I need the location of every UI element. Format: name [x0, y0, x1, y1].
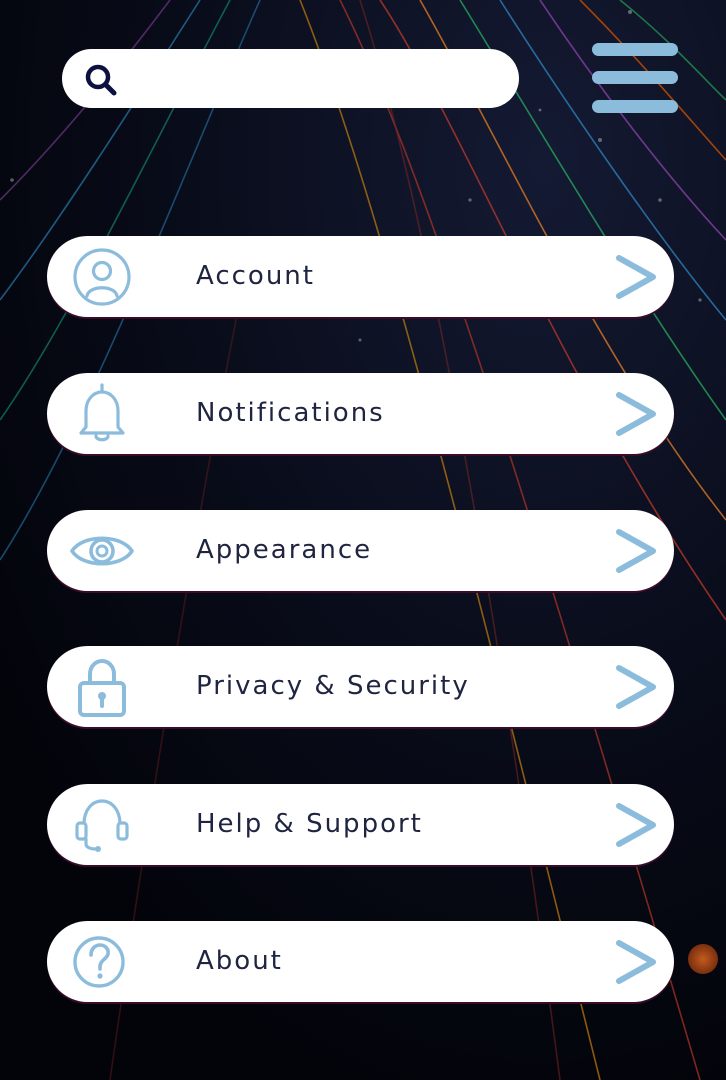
bell-icon — [79, 383, 125, 442]
menu-item-account[interactable]: Account — [47, 236, 674, 317]
menu-item-label: Notifications — [196, 398, 385, 428]
eye-icon — [70, 536, 134, 566]
lock-icon — [78, 658, 126, 717]
chevron-right-icon — [616, 940, 656, 984]
menu-item-privacy-security[interactable]: Privacy & Security — [47, 646, 674, 727]
menu-item-label: About — [196, 946, 283, 976]
menu-item-help-support[interactable]: Help & Support — [47, 784, 674, 865]
chevron-right-icon — [616, 255, 656, 299]
chevron-right-icon — [616, 665, 656, 709]
menu-item-label: Help & Support — [196, 809, 423, 839]
settings-menu-list: Account Notifications Appearance Privacy… — [0, 0, 726, 1080]
chevron-right-icon — [616, 803, 656, 847]
menu-item-appearance[interactable]: Appearance — [47, 510, 674, 591]
chevron-right-icon — [616, 392, 656, 436]
menu-item-notifications[interactable]: Notifications — [47, 373, 674, 454]
question-circle-icon — [73, 936, 125, 988]
headset-icon — [75, 799, 129, 852]
menu-item-label: Account — [196, 261, 315, 291]
user-circle-icon — [73, 248, 131, 306]
chevron-right-icon — [616, 529, 656, 573]
menu-item-about[interactable]: About — [47, 921, 674, 1002]
menu-item-label: Privacy & Security — [196, 671, 470, 701]
menu-item-label: Appearance — [196, 535, 373, 565]
